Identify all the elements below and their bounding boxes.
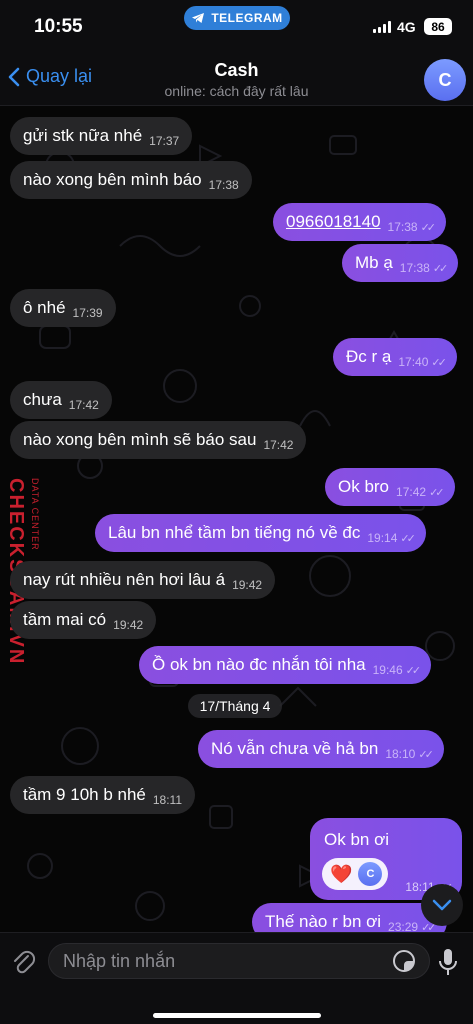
- clock: 10:55: [34, 16, 83, 37]
- message-incoming[interactable]: chưa 17:42: [10, 381, 112, 419]
- message-outgoing[interactable]: Mb ạ 17:38 ✓✓: [342, 244, 459, 282]
- message-text: tầm mai có: [23, 610, 107, 629]
- message-incoming[interactable]: ô nhé 17:39: [10, 289, 116, 327]
- message-text: gửi stk nữa nhé: [23, 126, 143, 145]
- message-time: 17:42: [68, 398, 99, 412]
- message-list[interactable]: CHECKSCAM.VN DATA CENTER gửi stk nữa nhé…: [0, 106, 473, 932]
- message-time: 19:46: [372, 663, 403, 677]
- read-checkmarks-icon: ✓✓: [420, 221, 437, 234]
- sticker-icon[interactable]: [392, 949, 416, 973]
- read-checkmarks-icon: ✓✓: [418, 748, 434, 761]
- message-incoming[interactable]: nay rút nhiều nên hơi lâu á 19:42: [10, 561, 276, 599]
- message-outgoing[interactable]: Ồ ok bn nào đc nhắn tôi nha 19:46 ✓✓: [139, 646, 432, 684]
- phone-number-link[interactable]: 0966018140: [286, 212, 381, 232]
- message-time: 19:14: [367, 531, 398, 545]
- message-time: 18:10: [385, 747, 416, 761]
- read-checkmarks-icon: ✓✓: [431, 356, 447, 369]
- telegram-pill[interactable]: TELEGRAM: [184, 6, 290, 30]
- message-outgoing[interactable]: Nó vẫn chưa về hả bn 18:10 ✓✓: [198, 730, 444, 768]
- message-time: 17:40: [398, 355, 429, 369]
- message-time: 17:38: [387, 220, 418, 234]
- message-time: 19:42: [232, 578, 263, 592]
- message-input-placeholder: Nhập tin nhắn: [63, 950, 176, 971]
- network-type: 4G: [397, 19, 416, 35]
- message-text: nào xong bên mình báo: [23, 170, 202, 189]
- chevron-down-icon: [432, 899, 452, 911]
- status-bar: 10:55 TELEGRAM 4G 86: [0, 0, 473, 56]
- reaction-pill[interactable]: ❤️ C: [322, 858, 388, 890]
- date-separator: 17/Tháng 4: [188, 694, 282, 718]
- message-text: tầm 9 10h b nhé: [23, 785, 146, 804]
- battery-icon: 86: [424, 18, 452, 35]
- message-text: nào xong bên mình sẽ báo sau: [23, 430, 257, 449]
- message-input[interactable]: Nhập tin nhắn: [48, 943, 430, 979]
- message-text: ô nhé: [23, 298, 66, 317]
- message-time: 17:37: [149, 134, 180, 148]
- message-text: Lâu bn nhể tầm bn tiếng nó về đc: [108, 523, 361, 542]
- message-text: chưa: [23, 390, 62, 409]
- reactor-avatar: C: [358, 862, 383, 886]
- contact-avatar[interactable]: C: [424, 59, 466, 101]
- chat-status: online: cách đây rất lâu: [164, 83, 309, 99]
- read-checkmarks-icon: ✓✓: [429, 486, 445, 499]
- scroll-to-bottom-button[interactable]: [421, 884, 463, 926]
- message-outgoing[interactable]: Thế nào r bn ơi 23:29 ✓✓: [252, 903, 447, 932]
- read-checkmarks-icon: ✓✓: [405, 664, 422, 677]
- microphone-icon[interactable]: [438, 947, 458, 977]
- message-time: 17:38: [399, 261, 430, 275]
- message-outgoing[interactable]: Lâu bn nhể tầm bn tiếng nó về đc 19:14 ✓✓: [95, 514, 426, 552]
- message-text: Ok bro: [338, 477, 390, 496]
- message-time: 17:42: [263, 438, 294, 452]
- message-incoming[interactable]: nào xong bên mình báo 17:38: [10, 161, 252, 199]
- chat-title[interactable]: Cash: [0, 60, 473, 81]
- message-outgoing[interactable]: 0966018140 17:38 ✓✓: [273, 203, 447, 241]
- message-text: nay rút nhiều nên hơi lâu á: [23, 570, 226, 589]
- heart-reaction-icon: ❤️: [330, 863, 353, 884]
- watermark-tagline: DATA CENTER: [30, 478, 40, 551]
- message-composer: Nhập tin nhắn: [0, 932, 473, 1024]
- message-time: 23:29: [388, 920, 419, 932]
- chat-header: Quay lại Cash online: cách đây rất lâu C: [0, 56, 473, 106]
- message-time: 17:39: [72, 306, 103, 320]
- message-incoming[interactable]: nào xong bên mình sẽ báo sau 17:42: [10, 421, 307, 459]
- telegram-pill-label: TELEGRAM: [211, 11, 283, 25]
- message-text: Nó vẫn chưa về hả bn: [211, 739, 379, 758]
- message-incoming[interactable]: gửi stk nữa nhé 17:37: [10, 117, 193, 155]
- message-outgoing[interactable]: Ok bro 17:42 ✓✓: [325, 468, 455, 506]
- message-time: 18:11: [152, 793, 183, 807]
- signal-icon: [373, 21, 391, 33]
- message-time: 17:38: [208, 178, 239, 192]
- read-checkmarks-icon: ✓✓: [432, 262, 449, 275]
- message-time: 19:42: [113, 618, 144, 632]
- paperclip-icon[interactable]: [10, 947, 36, 977]
- telegram-icon: [192, 13, 205, 23]
- message-time: 17:42: [396, 485, 427, 499]
- message-text: Đc r ạ: [346, 347, 392, 366]
- message-text: Ok bn ơi: [324, 830, 390, 849]
- read-checkmarks-icon: ✓✓: [400, 532, 416, 545]
- message-outgoing[interactable]: Đc r ạ 17:40 ✓✓: [333, 338, 457, 376]
- message-incoming[interactable]: tầm mai có 19:42: [10, 601, 157, 639]
- message-text: Thế nào r bn ơi: [265, 912, 382, 931]
- home-indicator: [153, 1013, 321, 1018]
- message-incoming[interactable]: tầm 9 10h b nhé 18:11: [10, 776, 196, 814]
- message-text: Mb ạ: [355, 253, 393, 272]
- message-text: Ồ ok bn nào đc nhắn tôi nha: [152, 655, 366, 674]
